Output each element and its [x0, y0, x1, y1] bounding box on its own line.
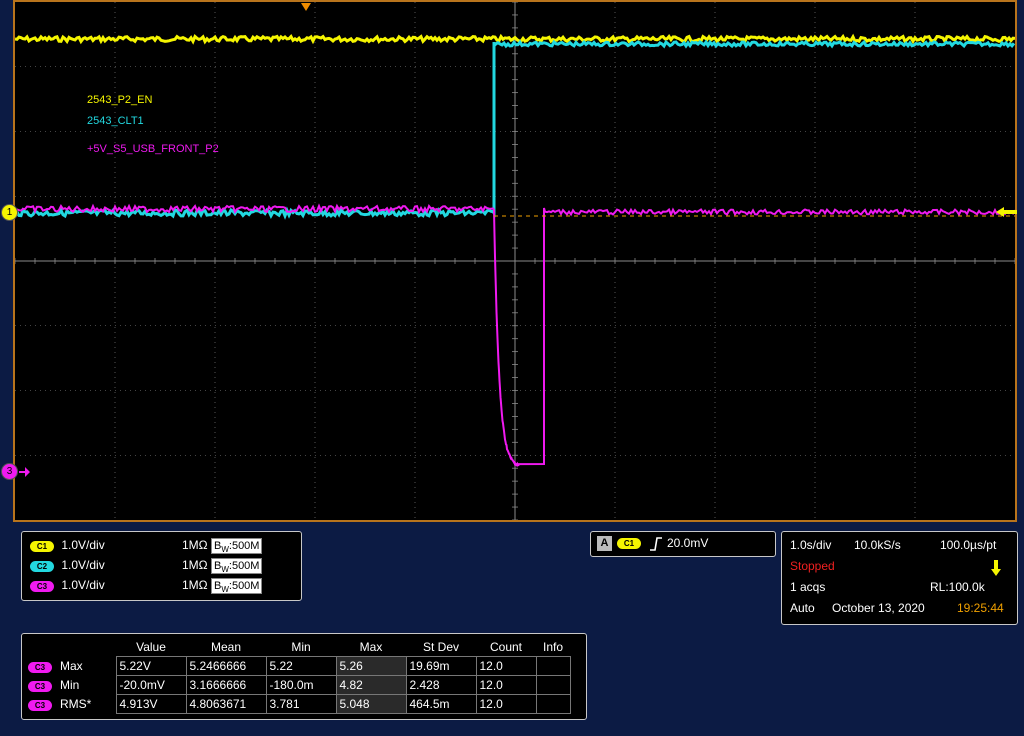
measurement-cell — [535, 675, 571, 695]
measurement-cell: 4.82 — [335, 675, 407, 695]
measurement-cell: 464.5m — [405, 694, 477, 714]
acquisition-time: 19:25:44 — [957, 601, 1004, 615]
resolution: 100.0µs/pt — [940, 538, 997, 552]
ch3-waveform-label: +5V_S5_USB_FRONT_P2 — [87, 143, 219, 155]
measurements-table: Value Mean Min Max St Dev Count Info C3 … — [24, 638, 571, 714]
trigger-source-chip[interactable]: C1 — [617, 538, 641, 549]
bandwidth-box-c2[interactable]: BW:500M — [210, 558, 263, 574]
acquisition-panel[interactable]: 1.0s/div 10.0kS/s 100.0µs/pt Stopped 1 a… — [781, 531, 1018, 625]
measurement-cell: 5.2466666 — [185, 656, 267, 676]
channel-scale-c2: 1.0V/div — [61, 558, 105, 572]
channel-impedance-c2: 1MΩ — [182, 558, 208, 572]
trigger-position-icon[interactable] — [300, 2, 312, 12]
ch3-arrow-icon — [19, 467, 30, 477]
measurement-label: Max — [60, 659, 83, 673]
header-count: Count — [489, 640, 523, 654]
bandwidth-box-c3[interactable]: BW:500M — [210, 578, 263, 594]
trigger-mode-letter: A — [597, 536, 612, 551]
measurements-panel[interactable]: Value Mean Min Max St Dev Count Info C3 … — [21, 633, 587, 720]
measurement-cell: 12.0 — [475, 656, 537, 676]
ch1-offset-handle[interactable]: 1 — [1, 204, 18, 221]
channel-impedance-row-c3: 1MΩ BW:500M — [182, 576, 263, 594]
waveform-display[interactable]: 2543_P2_EN 2543_CLT1 +5V_S5_USB_FRONT_P2 — [13, 0, 1017, 522]
measurement-row-min[interactable]: C3 Min -20.0mV 3.1666666 -180.0m 4.82 2.… — [24, 675, 571, 695]
channel-impedance-row-c1: 1MΩ BW:500M — [182, 536, 263, 554]
measurement-cell: 12.0 — [475, 694, 537, 714]
measurement-cell: 2.428 — [405, 675, 477, 695]
acquisition-date: October 13, 2020 — [832, 601, 925, 615]
channel-impedance-c3: 1MΩ — [182, 578, 208, 592]
channel-impedance-row-c2: 1MΩ BW:500M — [182, 556, 263, 574]
timebase: 1.0s/div — [790, 538, 832, 552]
waveform-graticule[interactable] — [15, 2, 1015, 520]
channel-row-c1[interactable]: C1 1.0V/div — [30, 536, 105, 554]
measurement-chip[interactable]: C3 — [28, 681, 52, 692]
channel-chip-c1[interactable]: C1 — [30, 541, 54, 552]
header-info: Info — [542, 640, 563, 654]
measurement-cell: 3.1666666 — [185, 675, 267, 695]
header-max: Max — [359, 640, 383, 654]
measurement-cell — [535, 656, 571, 676]
measurement-cell: 5.26 — [335, 656, 407, 676]
measurement-row-rms[interactable]: C3 RMS* 4.913V 4.8063671 3.781 5.048 464… — [24, 694, 571, 714]
measurement-label: Min — [60, 678, 80, 692]
header-min: Min — [291, 640, 311, 654]
acquisition-state: Stopped — [790, 559, 835, 573]
channel-scale-c1: 1.0V/div — [61, 538, 105, 552]
ch1-handle-label: 1 — [6, 207, 13, 218]
graticule-grid — [15, 2, 1015, 520]
measurement-cell: 19.69m — [405, 656, 477, 676]
measurement-cell: -180.0m — [265, 675, 337, 695]
acquisition-count: 1 acqs — [790, 580, 826, 594]
ch3-handle-label: 3 — [6, 466, 13, 477]
ch3-offset-handle[interactable]: 3 — [1, 463, 18, 480]
channel-row-c2[interactable]: C2 1.0V/div — [30, 556, 105, 574]
measurement-cell: 4.913V — [115, 694, 187, 714]
measurement-cell: 3.781 — [265, 694, 337, 714]
bandwidth-box-c1[interactable]: BW:500M — [210, 538, 263, 554]
measurement-cell: 12.0 — [475, 675, 537, 695]
measurement-chip[interactable]: C3 — [28, 662, 52, 673]
measurement-cell: 5.048 — [335, 694, 407, 714]
measurement-cell — [535, 694, 571, 714]
channel-chip-c3[interactable]: C3 — [30, 581, 54, 592]
measurement-chip[interactable]: C3 — [28, 700, 52, 711]
trigger-level-arrow-icon[interactable] — [996, 206, 1018, 218]
measurement-cell: 4.8063671 — [185, 694, 267, 714]
measurement-cell: 5.22 — [265, 656, 337, 676]
sample-rate: 10.0kS/s — [854, 538, 901, 552]
header-mean: Mean — [210, 640, 242, 654]
channel-settings-panel: C1 1.0V/div 1MΩ BW:500M C2 1.0V/div 1MΩ … — [21, 531, 302, 601]
header-value: Value — [136, 640, 166, 654]
record-length: RL:100.0k — [930, 580, 985, 594]
measurement-row-max[interactable]: C3 Max 5.22V 5.2466666 5.22 5.26 19.69m … — [24, 656, 571, 676]
channel-scale-c3: 1.0V/div — [61, 578, 105, 592]
measurement-label: RMS* — [60, 697, 92, 711]
measurements-header-row: Value Mean Min Max St Dev Count Info — [24, 638, 570, 657]
trigger-mode: Auto — [790, 601, 815, 615]
header-stdev: St Dev — [422, 640, 459, 654]
rising-edge-icon — [650, 537, 662, 551]
single-shot-icon — [991, 560, 1001, 576]
measurement-cell: 5.22V — [115, 656, 187, 676]
trigger-level-value: 20.0mV — [667, 536, 709, 550]
channel-chip-c2[interactable]: C2 — [30, 561, 54, 572]
channel-impedance-c1: 1MΩ — [182, 538, 208, 552]
trigger-panel[interactable]: A C1 20.0mV — [590, 531, 776, 557]
ch1-waveform-label: 2543_P2_EN — [87, 94, 153, 106]
ch2-waveform-label: 2543_CLT1 — [87, 115, 144, 127]
measurement-cell: -20.0mV — [115, 675, 187, 695]
channel-row-c3[interactable]: C3 1.0V/div — [30, 576, 105, 594]
